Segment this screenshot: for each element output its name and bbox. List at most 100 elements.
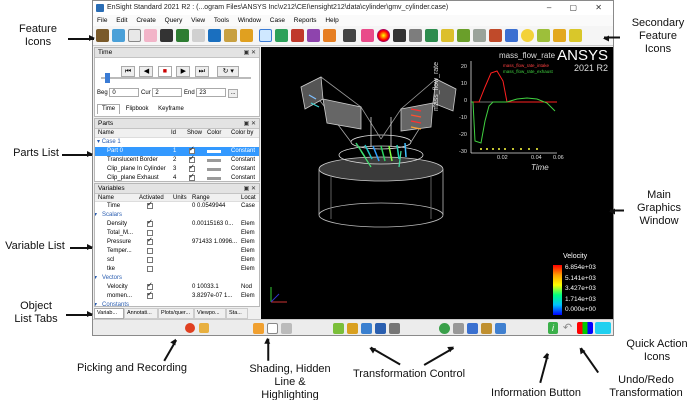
part-row[interactable]: Clip_plane Exhaust 4 Constant [95, 172, 259, 181]
menu-edit[interactable]: Edit [116, 17, 127, 24]
variable-activated-checkbox[interactable] [147, 218, 153, 227]
shell-icon[interactable] [489, 29, 502, 42]
end-input[interactable]: 23 [196, 88, 227, 97]
variable-activated-checkbox[interactable] [147, 248, 153, 254]
tab-viewports[interactable]: Viewpo... [194, 308, 226, 319]
stop-icon[interactable]: ■ [157, 66, 172, 77]
more-button[interactable]: ... [228, 89, 239, 98]
developed-surface-icon[interactable] [553, 29, 566, 42]
light-icon[interactable] [521, 29, 534, 42]
elevated-surface-icon[interactable] [323, 29, 336, 42]
variable-group-row[interactable]: Scalars ▾ [95, 211, 259, 220]
reset-view-icon[interactable] [439, 323, 450, 334]
variable-row[interactable]: Density 0.00115163 0... Elem [95, 218, 259, 229]
variable-row[interactable]: Time 0 0.0549944 Case [95, 200, 259, 211]
part-row[interactable]: Translucent Border 2 Constant [95, 154, 259, 165]
last-step-icon[interactable]: ⏭ [194, 66, 209, 77]
part-color-swatch[interactable] [207, 159, 221, 162]
time-slider-thumb[interactable] [105, 73, 110, 83]
variable-activated-checkbox[interactable] [147, 266, 153, 272]
menu-view[interactable]: View [191, 17, 205, 24]
hidden-line-icon[interactable] [267, 323, 278, 334]
scale-icon[interactable] [375, 323, 386, 334]
contour-icon[interactable] [425, 29, 438, 42]
image-icon[interactable] [208, 29, 221, 42]
material-icon[interactable] [505, 29, 518, 42]
pick-icon[interactable] [199, 323, 209, 333]
variable-group-row[interactable]: Constants ▾ [95, 301, 259, 306]
panel-float-close-icon[interactable]: ▣ ✕ [244, 184, 256, 194]
mesh-icon[interactable] [473, 29, 486, 42]
perspective-icon[interactable] [481, 323, 492, 334]
variable-row[interactable]: tke Elem [95, 265, 259, 274]
window-controls[interactable]: – ▢ ✕ [547, 1, 610, 15]
tab-flipbook[interactable]: Flipbook [122, 105, 153, 114]
play-icon[interactable]: ▶ [176, 66, 191, 77]
undo-icon[interactable]: ↶ [562, 323, 573, 334]
beg-input[interactable]: 0 [109, 88, 140, 97]
variable-group-row[interactable]: Vectors ▾ [95, 274, 259, 283]
rotate-icon[interactable] [347, 323, 358, 334]
highlight-icon[interactable] [281, 323, 292, 334]
expand-arrow-icon[interactable]: ▾ [95, 301, 97, 306]
shading-icon[interactable] [253, 323, 264, 334]
cur-input[interactable]: 2 [152, 88, 183, 97]
query-icon[interactable] [144, 29, 157, 42]
expand-arrow-icon[interactable]: ▾ [95, 211, 97, 220]
parts-case-row[interactable]: ▾ Case 1 [95, 138, 259, 147]
tab-plots-queries[interactable]: Plots/quer... [158, 308, 194, 319]
menu-file[interactable]: File [97, 17, 107, 24]
box-icon[interactable] [537, 29, 550, 42]
plot-icon[interactable] [128, 29, 141, 42]
tensor-icon[interactable] [343, 29, 356, 42]
tab-time[interactable]: Time [97, 104, 121, 114]
variable-row[interactable]: Temper... Elem [95, 247, 259, 256]
variable-row[interactable]: Total_M... Elem [95, 229, 259, 238]
camera-icon[interactable] [495, 323, 506, 334]
menu-create[interactable]: Create [136, 17, 156, 24]
lines-icon[interactable] [393, 29, 406, 42]
main-graphics-viewport[interactable]: ANSYS 2021 R2 mass_flow_rate mass_flow_r… [261, 47, 613, 319]
part-color-swatch[interactable] [207, 168, 221, 171]
parts-table-icon[interactable] [112, 29, 125, 42]
tab-annotations[interactable]: Annotati... [124, 308, 158, 319]
panel-float-close-icon[interactable]: ▣ ✕ [244, 119, 256, 129]
part-row[interactable]: Clip_plane In Cylinder 3 Constant [95, 163, 259, 174]
keyframe-icon[interactable] [240, 29, 253, 42]
part-show-checkbox[interactable] [189, 172, 195, 181]
separation-icon[interactable] [361, 29, 374, 42]
part-color-swatch[interactable] [207, 177, 221, 180]
mass-flow-plot[interactable]: mass_flow_rate mass_flow_rate Time 20 10… [433, 51, 564, 172]
tab-states[interactable]: Sta... [226, 308, 248, 319]
fit-icon[interactable] [467, 323, 478, 334]
variable-row[interactable]: Pressure 971433 1.0996...Elem [95, 236, 259, 247]
loop-icon[interactable]: ↻ ▾ [217, 66, 240, 77]
subset-icon[interactable] [441, 29, 454, 42]
time-slider[interactable] [101, 73, 251, 83]
annotation-icon[interactable] [176, 29, 189, 42]
variable-activated-checkbox[interactable] [147, 257, 153, 263]
quick-color-icon[interactable] [577, 322, 593, 334]
tab-keyframe[interactable]: Keyframe [154, 105, 188, 114]
part-row-selected[interactable]: Part 0 1 Constant [95, 145, 259, 156]
vector-arrows-icon[interactable] [307, 29, 320, 42]
variable-row[interactable]: scl Elem [95, 256, 259, 265]
menu-query[interactable]: Query [165, 17, 183, 24]
calculator-icon[interactable] [160, 29, 173, 42]
panel-float-close-icon[interactable]: ▣ ✕ [244, 48, 256, 58]
isosurface-icon[interactable] [275, 29, 288, 42]
menu-reports[interactable]: Reports [294, 17, 317, 24]
first-step-icon[interactable]: ⏮ [121, 66, 135, 77]
variable-row[interactable]: Velocity 0 10033.1 Nod [95, 281, 259, 292]
quick-action-icon[interactable] [595, 322, 611, 334]
expand-arrow-icon[interactable]: ▾ [95, 274, 97, 283]
clip-icon[interactable] [259, 29, 272, 42]
variable-activated-checkbox[interactable] [147, 290, 153, 299]
center-icon[interactable] [453, 323, 464, 334]
menu-tools[interactable]: Tools [214, 17, 229, 24]
scalar-icon[interactable] [409, 29, 422, 42]
menu-window[interactable]: Window [238, 17, 261, 24]
profile-icon[interactable] [457, 29, 470, 42]
step-back-icon[interactable]: ◀ [139, 66, 154, 77]
menu-case[interactable]: Case [270, 17, 285, 24]
